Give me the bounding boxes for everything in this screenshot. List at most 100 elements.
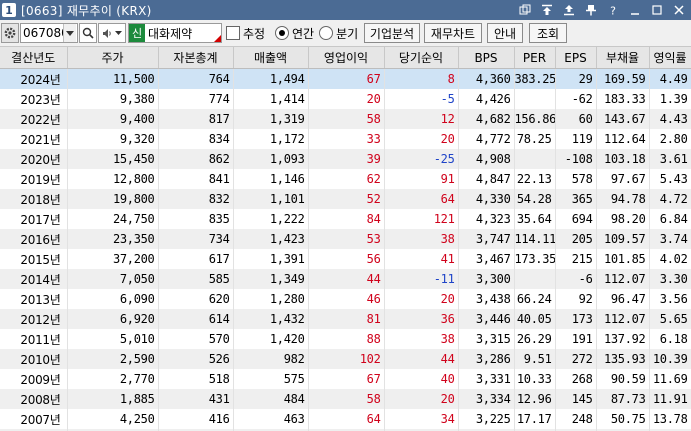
table-cell: 143.67 [596,109,650,129]
speaker-dropdown[interactable] [98,23,126,43]
table-cell: 1,222 [233,209,309,229]
table-row[interactable]: 2022년 9,400 817 1,319 58 12 4,682 156.86 60 143.6… [0,109,691,129]
table-row[interactable]: 2009년 2,770 518 575 67 40 3,331 10.33 268 90.59 11… [0,369,691,389]
table-cell: 67 [308,68,385,89]
table-cell: 2.80 [649,129,691,149]
table-cell: 1,319 [233,109,309,129]
table-row[interactable]: 2015년 37,200 617 1,391 56 41 3,467 173.35 215 101… [0,249,691,269]
column-header[interactable]: PER [514,47,556,69]
table-row[interactable]: 2010년 2,590 526 982 102 44 3,286 9.51 272 135.93 1… [0,349,691,369]
company-name-field[interactable]: 신 대화제약 [128,23,222,43]
estimate-checkbox[interactable]: 추정 [226,25,265,41]
table-cell: 1,885 [67,389,159,409]
settings-button[interactable] [1,23,19,43]
table-row[interactable]: 2024년 11,500 764 1,494 67 8 4,360 383.25 29 169.5… [0,68,691,89]
table-row[interactable]: 2023년 9,380 774 1,414 20 -5 4,426 -62 183.33 1.39 [0,89,691,109]
table-cell: 6.84 [649,209,691,229]
column-header[interactable]: 자본총계 [158,47,234,69]
svg-text:?: ? [610,5,616,17]
annual-radio[interactable] [275,26,289,40]
table-cell: 1,420 [233,329,309,349]
table-cell: 2010년 [0,349,68,369]
maximize-icon[interactable] [649,2,665,18]
table-cell: 37,200 [67,249,159,269]
table-row[interactable]: 2008년 1,885 431 484 58 20 3,334 12.96 145 87.73 11… [0,389,691,409]
table-cell: 96.47 [596,289,650,309]
guide-button[interactable]: 안내 [487,23,523,43]
table-cell: 62 [308,169,385,189]
column-header[interactable]: 영업이익 [308,47,385,69]
table-cell: 3.56 [649,289,691,309]
table-cell: 173 [555,309,597,329]
query-button[interactable]: 조회 [529,23,567,43]
pin-icon[interactable] [583,2,599,18]
table-cell: 832 [158,189,234,209]
table-row[interactable]: 2012년 6,920 614 1,432 81 36 3,446 40.05 173 112.0… [0,309,691,329]
stock-code-combo[interactable]: 067080 [20,23,78,43]
table-cell: 156.86 [514,109,556,129]
table-cell: 36 [384,309,459,329]
table-row[interactable]: 2018년 19,800 832 1,101 52 64 4,330 54.28 365 94.7… [0,189,691,209]
table-row[interactable]: 2017년 24,750 835 1,222 84 121 4,323 35.64 694 98.… [0,209,691,229]
table-cell: 463 [233,409,309,429]
table-cell: 383.25 [514,68,556,89]
table-row[interactable]: 2013년 6,090 620 1,280 46 20 3,438 66.24 92 96.47 3… [0,289,691,309]
table-cell: 44 [384,349,459,369]
table-row[interactable]: 2021년 9,320 834 1,172 33 20 4,772 78.25 119 112.6… [0,129,691,149]
table-cell: 617 [158,249,234,269]
table-cell: 102 [308,349,385,369]
table-cell: 39 [308,149,385,169]
finance-chart-button[interactable]: 재무차트 [424,23,482,43]
annual-label: 연간 [292,26,315,41]
table-cell: 40 [384,369,459,389]
table-cell: 4,908 [458,149,515,169]
help-icon[interactable]: ? [605,2,621,18]
quarter-radio[interactable] [319,26,334,40]
table-row[interactable]: 2011년 5,010 570 1,420 88 38 3,315 26.29 191 137.9… [0,329,691,349]
table-cell: 9,320 [67,129,159,149]
chevron-down-icon[interactable] [63,24,76,42]
table-cell: 97.67 [596,169,650,189]
table-cell: 121 [384,209,459,229]
minimize-icon[interactable] [627,2,643,18]
table-cell: 56 [308,249,385,269]
window-controls: ? [517,2,687,18]
link-window-icon[interactable] [517,2,533,18]
column-header[interactable]: 주가 [67,47,159,69]
table-cell: 1,280 [233,289,309,309]
table-cell: 4,330 [458,189,515,209]
column-header[interactable]: 부채율 [596,47,650,69]
column-header[interactable]: 영익률 [649,47,691,69]
column-header[interactable]: BPS [458,47,515,69]
table-cell: 764 [158,68,234,89]
column-header[interactable]: 당기순익 [384,47,459,69]
table-cell: 3.74 [649,229,691,249]
table-cell: 84 [308,209,385,229]
close-icon[interactable] [671,2,687,18]
table-cell: 112.07 [596,309,650,329]
move-top-icon[interactable] [539,2,555,18]
table-row[interactable]: 2016년 23,350 734 1,423 53 38 3,747 114.11 205 109… [0,229,691,249]
table-cell [514,89,556,109]
table-cell: 4,772 [458,129,515,149]
table-cell: 20 [308,89,385,109]
table-cell: 44 [308,269,385,289]
table-row[interactable]: 2007년 4,250 416 463 64 34 3,225 17.17 248 50.75 13… [0,409,691,429]
export-icon[interactable] [561,2,577,18]
table-cell: 40.05 [514,309,556,329]
checkbox-box[interactable] [226,26,240,40]
table-row[interactable]: 2019년 12,800 841 1,146 62 91 4,847 22.13 578 97.6… [0,169,691,189]
search-button[interactable] [79,23,97,43]
table-cell: 4,360 [458,68,515,89]
table-cell: -108 [555,149,597,169]
column-header[interactable]: 매출액 [233,47,309,69]
table-cell: 1,172 [233,129,309,149]
company-analysis-button[interactable]: 기업분석 [364,23,420,43]
table-row[interactable]: 2020년 15,450 862 1,093 39 -25 4,908 -108 103.18 3… [0,149,691,169]
window-title: [0663] 재무추이 (KRX) [21,3,152,18]
table-row[interactable]: 2014년 7,050 585 1,349 44 -11 3,300 -6 112.07 3.30 [0,269,691,289]
column-header[interactable]: 결산년도 [0,47,68,69]
table-cell: 13.78 [649,409,691,429]
table-cell: 4,682 [458,109,515,129]
column-header[interactable]: EPS [555,47,597,69]
